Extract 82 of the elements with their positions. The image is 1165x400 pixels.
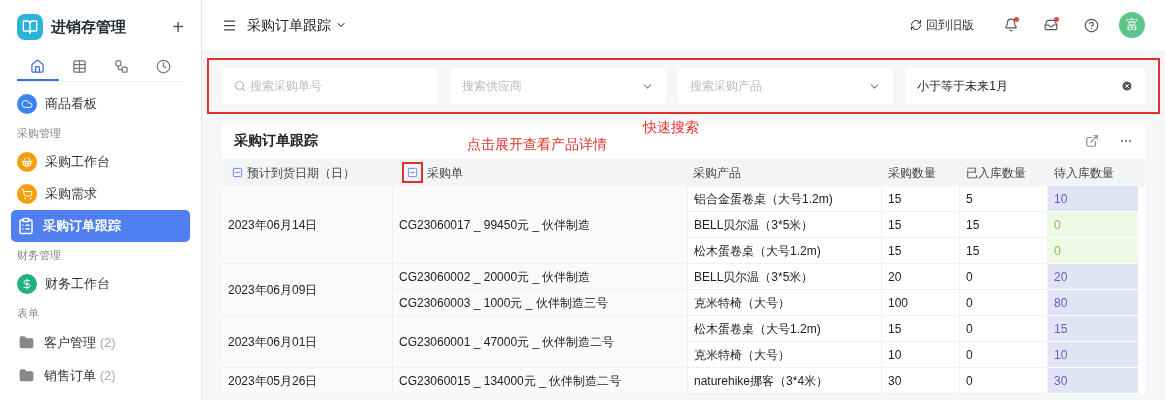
table-cell: 15 xyxy=(882,212,960,238)
column-header: 采购单 xyxy=(392,159,687,186)
dropdown-field[interactable]: 搜索采购产品 xyxy=(677,68,894,104)
pending-cell: 10 xyxy=(1048,186,1138,212)
help-icon[interactable] xyxy=(1084,17,1099,33)
menu-item-icon xyxy=(17,274,37,294)
table-cell: BELL贝尔温（3*5米） xyxy=(687,264,882,290)
table-cell: 10 xyxy=(882,342,960,368)
table-cell: 铝合金蛋卷桌（大号1.2m) xyxy=(687,186,882,212)
section-label: 表单 xyxy=(16,305,40,321)
date-cell: 2023年06月09日 xyxy=(222,264,392,316)
table-cell: 克米特椅（大号） xyxy=(687,342,882,368)
sidebar-item[interactable]: 采购订单跟踪 xyxy=(11,210,190,242)
table-icon xyxy=(72,59,88,74)
table-cell: naturehike挪客（3*4米） xyxy=(687,368,882,394)
pending-cell: 0 xyxy=(1048,212,1138,238)
column-header: 预计到货日期（日） xyxy=(222,159,392,186)
date-cell: 2023年06月01日 xyxy=(222,316,392,368)
date-cell: 2023年06月14日 xyxy=(222,186,392,264)
table-cell: 15 xyxy=(882,186,960,212)
date-cell: 2023年05月26日 xyxy=(222,368,392,394)
sidebar-item[interactable]: 采购需求 xyxy=(11,178,190,210)
app-title: 进销存管理 xyxy=(51,16,126,37)
column-header: 已入库数量 xyxy=(965,164,1027,182)
inbox-icon[interactable] xyxy=(1044,18,1058,32)
order-cell: CG23060003 _ 1000元 _ 伙伴制造三号 xyxy=(392,290,687,316)
dropdown-field[interactable]: 搜索供应商 xyxy=(449,68,666,104)
pending-cell: 20 xyxy=(1048,264,1138,290)
pending-cell: 30 xyxy=(1048,368,1138,394)
menu-item-icon xyxy=(17,94,37,114)
clock-icon xyxy=(155,59,171,74)
sidebar-item[interactable]: 商品看板 xyxy=(11,88,190,120)
table-cell: 20 xyxy=(882,264,960,290)
collapse-icon[interactable] xyxy=(402,162,423,183)
annotation-label: 快速搜索 xyxy=(643,118,699,137)
app-logo-icon xyxy=(17,14,43,40)
order-cell: CG23060017 _ 99450元 _ 伙伴制造 xyxy=(392,186,687,264)
menu-item-icon xyxy=(17,152,37,172)
table-cell: 100 xyxy=(882,290,960,316)
home-icon xyxy=(30,59,46,74)
table-cell: BELL贝尔温（3*5米） xyxy=(687,212,882,238)
table-cell: 松木蛋卷桌（大号1.2m) xyxy=(687,238,882,264)
sidebar-item[interactable]: 采购工作台 xyxy=(11,146,190,178)
section-label: 采购管理 xyxy=(16,125,62,141)
table-cell: 松木蛋卷桌（大号1.2m) xyxy=(687,316,882,342)
sidebar-item[interactable]: 财务工作台 xyxy=(11,268,190,300)
table-cell: 30 xyxy=(882,368,960,394)
order-cell: CG23060002 _ 20000元 _ 伙伴制造 xyxy=(392,264,687,290)
table-cell: 15 xyxy=(882,316,960,342)
table-title: 采购订单跟踪 xyxy=(234,131,318,150)
date-filter-field[interactable]: 小于等于未来1月 xyxy=(905,68,1145,104)
column-header: 采购数量 xyxy=(887,164,937,182)
folder-item[interactable]: 客户管理 (2) xyxy=(11,326,190,359)
search-field[interactable]: 搜索采购单号 xyxy=(222,68,438,104)
add-button[interactable]: + xyxy=(172,17,184,37)
notification-icon[interactable] xyxy=(1004,18,1018,32)
pending-cell: 80 xyxy=(1048,290,1138,316)
folder-item[interactable]: 销售订单 (2) xyxy=(11,359,190,392)
clear-icon[interactable] xyxy=(1121,80,1133,92)
annotation-label: 点击展开查看产品详情 xyxy=(467,135,607,154)
refresh-icon xyxy=(910,19,922,31)
pending-cell: 0 xyxy=(1048,238,1138,264)
clipboard-icon xyxy=(17,217,35,235)
menu-icon[interactable] xyxy=(222,17,237,33)
order-cell: CG23060001 _ 47000元 _ 伙伴制造二号 xyxy=(392,316,687,368)
section-label: 财务管理 xyxy=(16,247,62,263)
table-cell: 15 xyxy=(882,238,960,264)
menu-item-icon xyxy=(17,184,37,204)
open-external-icon[interactable] xyxy=(1085,133,1099,148)
folder-icon xyxy=(19,335,34,350)
page-title[interactable]: 采购订单跟踪 xyxy=(247,14,331,36)
flow-icon xyxy=(113,59,129,74)
collapse-icon[interactable] xyxy=(232,167,243,178)
search-icon xyxy=(234,80,246,92)
order-cell: CG23060015 _ 134000元 _ 伙伴制造二号 xyxy=(392,368,687,394)
column-header: 待入库数量 xyxy=(1053,164,1115,182)
column-header: 采购产品 xyxy=(692,164,742,182)
folder-icon xyxy=(19,368,34,383)
pending-cell: 10 xyxy=(1048,342,1138,368)
pending-cell: 15 xyxy=(1048,316,1138,342)
old-version-button[interactable]: 回到旧版 xyxy=(910,16,974,34)
table-cell: 克米特椅（大号） xyxy=(687,290,882,316)
